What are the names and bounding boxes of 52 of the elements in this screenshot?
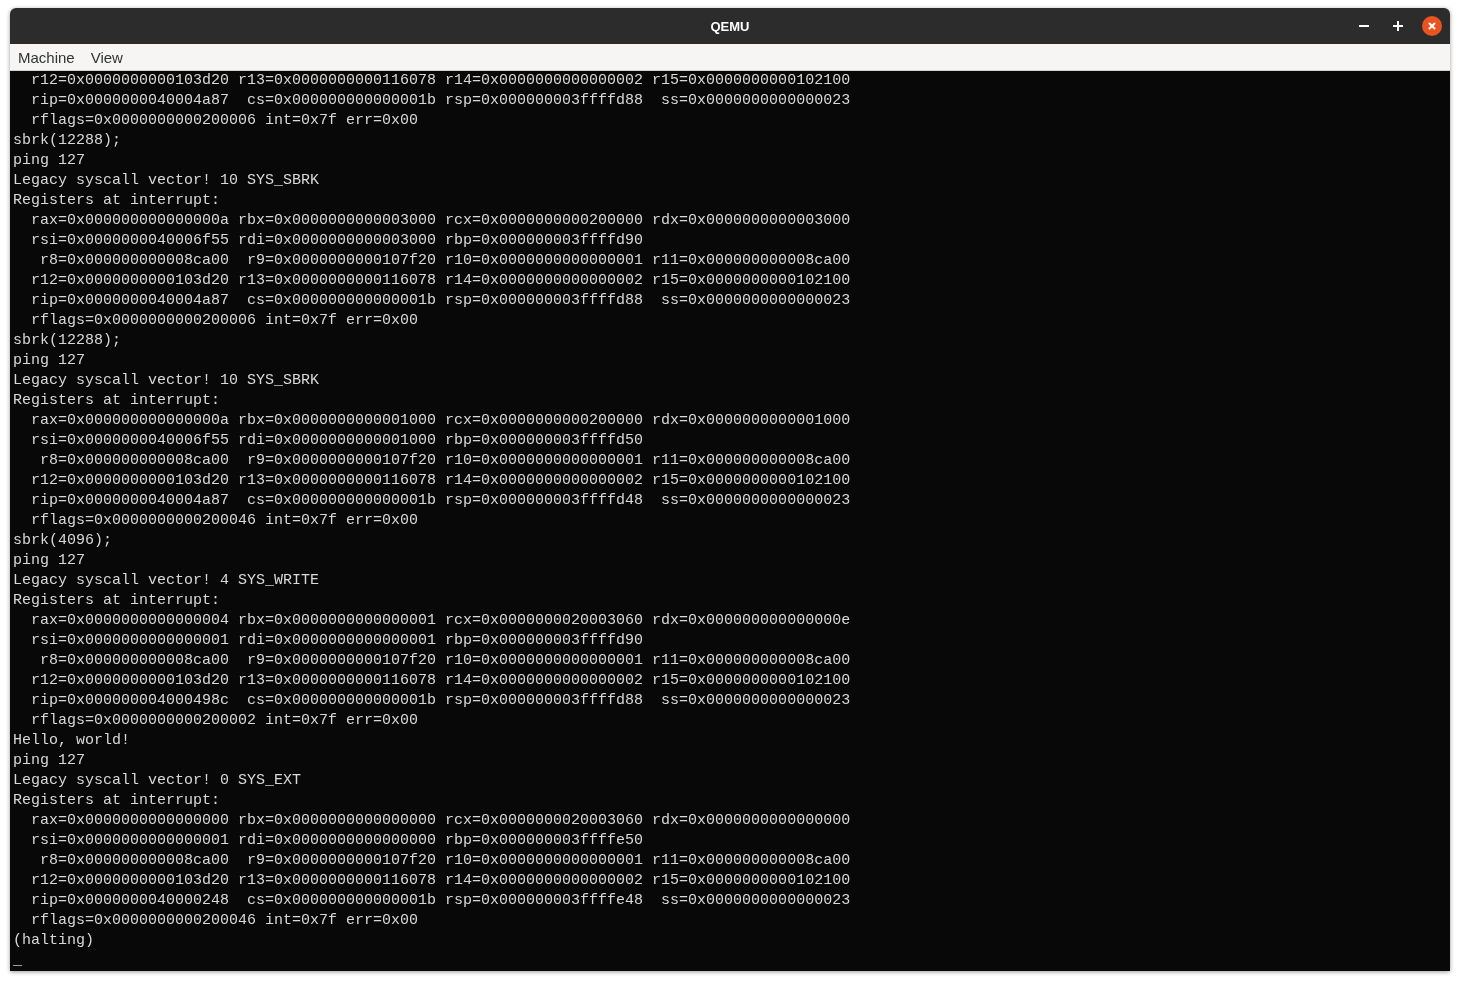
plus-icon — [1393, 21, 1403, 31]
console-line: (halting) — [13, 931, 94, 951]
close-icon — [1428, 22, 1436, 30]
console-line: Hello, world! — [13, 731, 131, 751]
menu-item[interactable]: View — [82, 44, 131, 70]
console-line: r8=0x000000000008ca00 r9=0x0000000000107f20 r10=0x0000000000000001 r11=0x000000000008ca00 — [39, 451, 851, 471]
console-line: rsi=0x0000000040006f55 rdi=0x0000000000003000 rbp=0x000000003ffffd90 — [30, 231, 644, 251]
console-line: Registers at interrupt: — [13, 791, 221, 811]
console-line: r12=0x0000000000103d20 r13=0x0000000000116078 r14=0x0000000000000002 r15=0x0000000000102100 — [30, 471, 851, 491]
console-line: rflags=0x0000000000200006 int=0x7f err=0x00 — [30, 111, 419, 131]
console-line: rflags=0x0000000000200046 int=0x7f err=0x00 — [30, 511, 419, 531]
console-line: Legacy syscall vector! 0 SYS_EXT — [13, 771, 302, 791]
console-line: rax=0x0000000000000004 rbx=0x0000000000000001 rcx=0x0000000020003060 rdx=0x000000000000000e — [30, 611, 851, 631]
console-line: ping 127 — [13, 151, 85, 171]
console-line: _ — [13, 951, 22, 971]
console-line: sbrk(4096); — [13, 531, 113, 551]
console-line: rip=0x0000000040004a87 cs=0x000000000000001b rsp=0x000000003ffffd48 ss=0x0000000000000023 — [30, 491, 851, 511]
console-line: ping 127 — [13, 351, 85, 371]
console-line: ping 127 — [13, 551, 85, 571]
console-line: rflags=0x0000000000200006 int=0x7f err=0x00 — [30, 311, 419, 331]
close-button[interactable] — [1422, 16, 1442, 36]
console-line: Legacy syscall vector! 10 SYS_SBRK — [13, 171, 320, 191]
console-line: Legacy syscall vector! 10 SYS_SBRK — [13, 371, 320, 391]
console-line: rsi=0x0000000040006f55 rdi=0x0000000000001000 rbp=0x000000003ffffd50 — [30, 431, 644, 451]
console-line: rip=0x0000000040004a87 cs=0x000000000000001b rsp=0x000000003ffffd88 ss=0x0000000000000023 — [30, 91, 851, 111]
console-line: rip=0x000000004000498c cs=0x000000000000001b rsp=0x000000003ffffd88 ss=0x0000000000000023 — [30, 691, 851, 711]
console-line: rflags=0x0000000000200002 int=0x7f err=0x00 — [30, 711, 419, 731]
console-line: rsi=0x0000000000000001 rdi=0x0000000000000001 rbp=0x000000003ffffd90 — [30, 631, 644, 651]
console-line: rip=0x0000000040000248 cs=0x000000000000001b rsp=0x000000003ffffe48 ss=0x0000000000000023 — [30, 891, 851, 911]
console-line: rip=0x0000000040004a87 cs=0x000000000000001b rsp=0x000000003ffffd88 ss=0x0000000000000023 — [30, 291, 851, 311]
console-line: sbrk(12288); — [13, 331, 122, 351]
console-line: r12=0x0000000000103d20 r13=0x0000000000116078 r14=0x0000000000000002 r15=0x0000000000102100 — [30, 71, 851, 91]
console-line: rflags=0x0000000000200046 int=0x7f err=0x00 — [30, 911, 419, 931]
window-title: QEMU — [710, 18, 750, 34]
console-line: rax=0x000000000000000a rbx=0x0000000000001000 rcx=0x0000000000200000 rdx=0x0000000000001000 — [30, 411, 851, 431]
minus-icon — [1359, 25, 1369, 27]
console-line: rax=0x0000000000000000 rbx=0x0000000000000000 rcx=0x0000000020003060 rdx=0x0000000000000000 — [30, 811, 851, 831]
console-line: r12=0x0000000000103d20 r13=0x0000000000116078 r14=0x0000000000000002 r15=0x0000000000102100 — [30, 671, 851, 691]
console-line: Registers at interrupt: — [13, 191, 221, 211]
console-line: r12=0x0000000000103d20 r13=0x0000000000116078 r14=0x0000000000000002 r15=0x0000000000102100 — [30, 271, 851, 291]
console-line: r12=0x0000000000103d20 r13=0x0000000000116078 r14=0x0000000000000002 r15=0x0000000000102100 — [30, 871, 851, 891]
console-line: rax=0x000000000000000a rbx=0x0000000000003000 rcx=0x0000000000200000 rdx=0x0000000000003000 — [30, 211, 851, 231]
console-line: r8=0x000000000008ca00 r9=0x0000000000107f20 r10=0x0000000000000001 r11=0x000000000008ca00 — [39, 251, 851, 271]
console-line: Registers at interrupt: — [13, 591, 221, 611]
console-line: Legacy syscall vector! 4 SYS_WRITE — [13, 571, 320, 591]
console-line: sbrk(12288); — [13, 131, 122, 151]
console-line: Registers at interrupt: — [13, 391, 221, 411]
menu-item[interactable]: Machine — [10, 44, 83, 70]
console-line: r8=0x000000000008ca00 r9=0x0000000000107f20 r10=0x0000000000000001 r11=0x000000000008ca00 — [39, 651, 851, 671]
console-line: ping 127 — [13, 751, 85, 771]
console-line: rsi=0x0000000000000001 rdi=0x0000000000000000 rbp=0x000000003ffffe50 — [30, 831, 644, 851]
console-line: r8=0x000000000008ca00 r9=0x0000000000107f20 r10=0x0000000000000001 r11=0x000000000008ca00 — [39, 851, 851, 871]
